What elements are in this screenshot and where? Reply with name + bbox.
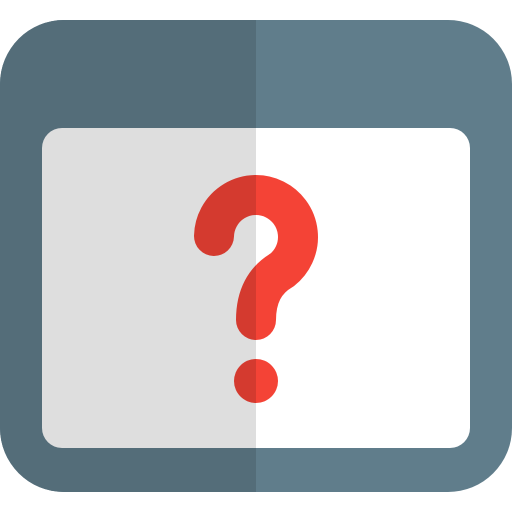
browser-window-question-icon [0,20,512,492]
browser-question-icon [0,0,512,512]
